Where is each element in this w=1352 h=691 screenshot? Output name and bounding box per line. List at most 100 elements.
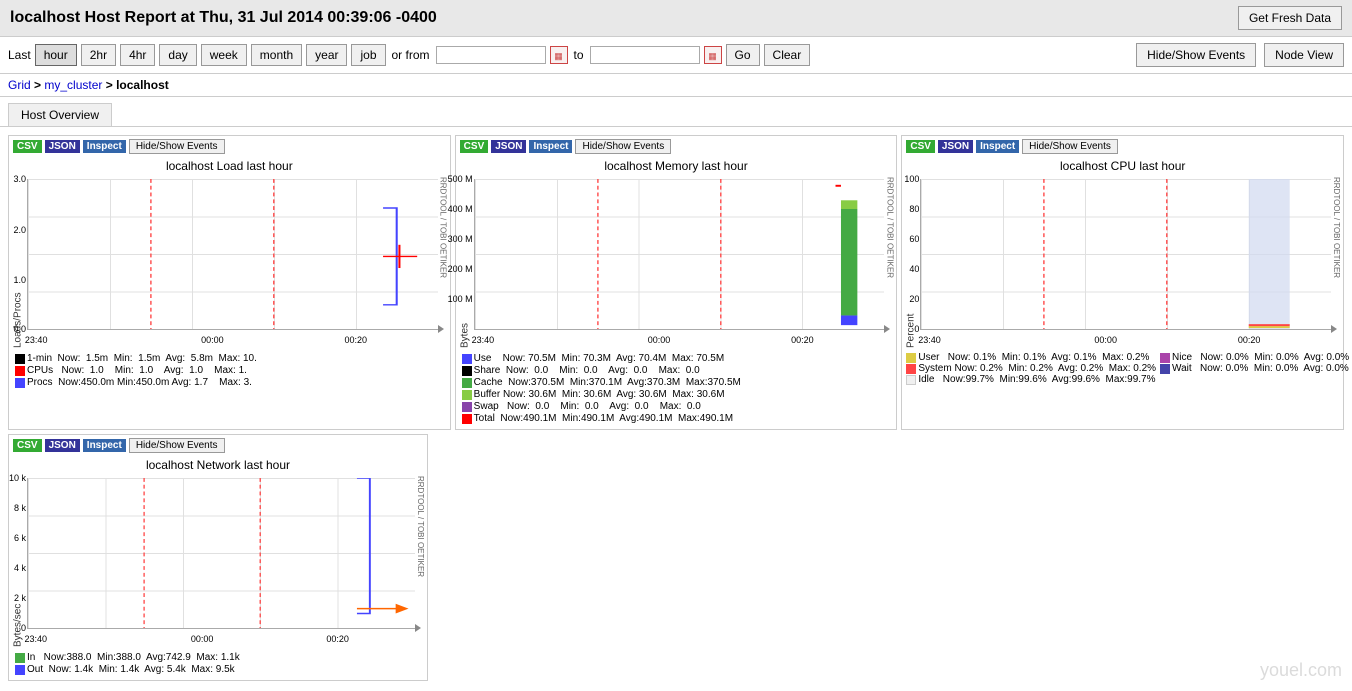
memory-chart-plot: 500 M 400 M 300 M 200 M 100 M 23:40 00:0… [474,179,885,330]
go-button[interactable]: Go [726,44,760,66]
cpu-x-axis-arrow [1331,325,1337,333]
mem-legend-color-use [462,354,472,364]
network-inspect-button[interactable]: Inspect [83,439,126,452]
network-csv-button[interactable]: CSV [13,439,42,452]
cpu-chart-svg [921,179,1331,329]
net-x-tick-0000: 00:00 [191,634,214,644]
clear-button[interactable]: Clear [764,44,811,66]
cpu-x-tick-0020: 00:20 [1238,335,1261,345]
memory-json-button[interactable]: JSON [491,140,526,153]
or-from-label: or from [392,48,430,62]
network-chart-inner: Bytes/sec 10 k 8 k 6 k 4 k 2 k 0 23:40 0… [9,474,427,649]
time-btn-month[interactable]: month [251,44,302,66]
network-rrdtool-label: RRDTOOL / TOBI OETIKER [415,474,427,649]
load-inspect-button[interactable]: Inspect [83,140,126,153]
net-y-tick-0: 0 [21,623,28,633]
memory-chart-toolbar: CSV JSON Inspect Hide/Show Events [456,136,897,157]
load-chart-title: localhost Load last hour [9,157,450,175]
time-btn-week[interactable]: week [201,44,247,66]
cpu-y-tick-40: 40 [909,264,921,274]
cpu-chart-plot: 100 80 60 40 20 0 23:40 00:00 00:20 [920,179,1331,330]
mem-x-tick-2340: 23:40 [472,335,495,345]
cpu-hide-show-button[interactable]: Hide/Show Events [1022,139,1118,154]
time-btn-2hr[interactable]: 2hr [81,44,116,66]
y-tick-200m: 200 M [448,264,475,274]
load-json-button[interactable]: JSON [45,140,80,153]
from-cal-icon[interactable]: ▦ [550,46,568,64]
time-btn-hour[interactable]: hour [35,44,77,66]
node-view-button[interactable]: Node View [1264,43,1344,67]
cpu-legend-color-nice [1160,353,1170,363]
time-btn-job[interactable]: job [351,44,385,66]
legend-color-procs [15,378,25,388]
memory-chart-svg [475,179,885,329]
network-json-button[interactable]: JSON [45,439,80,452]
network-chart-title: localhost Network last hour [9,456,427,474]
y-tick-0: 0.0 [13,324,28,334]
network-chart-plot: 10 k 8 k 6 k 4 k 2 k 0 23:40 00:00 00:20 [27,478,415,629]
cpu-json-button[interactable]: JSON [938,140,973,153]
y-tick-3: 3.0 [13,174,28,184]
net-y-tick-2k: 2 k [14,593,28,603]
to-date-input[interactable] [590,46,700,64]
hide-show-events-button[interactable]: Hide/Show Events [1136,43,1256,67]
host-overview-tab[interactable]: Host Overview [8,103,112,126]
memory-hide-show-button[interactable]: Hide/Show Events [575,139,671,154]
mem-legend-color-cache [462,378,472,388]
memory-chart-panel: CSV JSON Inspect Hide/Show Events localh… [455,135,898,430]
cpu-csv-button[interactable]: CSV [906,140,935,153]
cpu-chart-panel: CSV JSON Inspect Hide/Show Events localh… [901,135,1344,430]
load-chart-panel: CSV JSON Inspect Hide/Show Events localh… [8,135,451,430]
cpu-chart-title: localhost CPU last hour [902,157,1343,175]
cpu-y-tick-20: 20 [909,294,921,304]
mem-x-axis-arrow [884,325,890,333]
y-tick-2: 2.0 [13,225,28,235]
mem-legend-use: Use Now: 70.5M Min: 70.3M Avg: 70.4M Max… [462,353,891,364]
network-hide-show-button[interactable]: Hide/Show Events [129,438,225,453]
memory-legend: Use Now: 70.5M Min: 70.3M Avg: 70.4M Max… [456,350,897,429]
chart-row-2: CSV JSON Inspect Hide/Show Events localh… [8,434,1344,681]
net-x-tick-0020: 00:20 [326,634,349,644]
memory-chart-title: localhost Memory last hour [456,157,897,175]
cpu-inspect-button[interactable]: Inspect [976,140,1019,153]
x-tick-0020: 00:20 [344,335,367,345]
legend-row-1min: 1-min Now: 1.5m Min: 1.5m Avg: 5.8m Max:… [15,353,444,364]
breadcrumb-host: localhost [116,78,169,92]
from-date-input[interactable] [436,46,546,64]
cpu-y-tick-60: 60 [909,234,921,244]
network-chart-toolbar: CSV JSON Inspect Hide/Show Events [9,435,427,456]
charts-container: CSV JSON Inspect Hide/Show Events localh… [0,131,1352,689]
time-btn-year[interactable]: year [306,44,347,66]
load-chart-svg [28,179,438,329]
net-y-tick-6k: 6 k [14,533,28,543]
net-legend-color-out [15,665,25,675]
page-title: localhost Host Report at Thu, 31 Jul 201… [10,9,437,27]
time-btn-4hr[interactable]: 4hr [120,44,155,66]
breadcrumb-cluster[interactable]: my_cluster [44,78,102,92]
cpu-rrdtool-label: RRDTOOL / TOBI OETIKER [1331,175,1343,350]
time-btn-day[interactable]: day [159,44,196,66]
load-chart-plot: 3.0 2.0 1.0 0.0 23:40 00:00 00:20 [27,179,438,330]
get-fresh-data-button[interactable]: Get Fresh Data [1238,6,1342,30]
net-legend-out: Out Now: 1.4k Min: 1.4k Avg: 5.4k Max: 9… [15,664,421,675]
x-axis-arrow [438,325,444,333]
to-label: to [574,48,584,62]
breadcrumb-grid[interactable]: Grid [8,78,31,92]
net-y-tick-4k: 4 k [14,563,28,573]
memory-chart-inner: Bytes 500 M 400 M 300 M 200 M 100 M 23:4… [456,175,897,350]
network-chart-panel: CSV JSON Inspect Hide/Show Events localh… [8,434,428,681]
memory-inspect-button[interactable]: Inspect [529,140,572,153]
memory-csv-button[interactable]: CSV [460,140,489,153]
mem-legend-color-swap [462,402,472,412]
network-legend: In Now:388.0 Min:388.0 Avg:742.9 Max: 1.… [9,649,427,680]
header: localhost Host Report at Thu, 31 Jul 201… [0,0,1352,37]
cpu-legend-color-user [906,353,916,363]
mem-legend-share: Share Now: 0.0 Min: 0.0 Avg: 0.0 Max: 0.… [462,365,891,376]
to-cal-icon[interactable]: ▦ [704,46,722,64]
cpu-legend-color-wait [1160,364,1170,374]
load-legend: 1-min Now: 1.5m Min: 1.5m Avg: 5.8m Max:… [9,350,450,393]
network-chart-svg [28,478,415,628]
load-hide-show-button[interactable]: Hide/Show Events [129,139,225,154]
legend-color-cpus [15,366,25,376]
load-csv-button[interactable]: CSV [13,140,42,153]
